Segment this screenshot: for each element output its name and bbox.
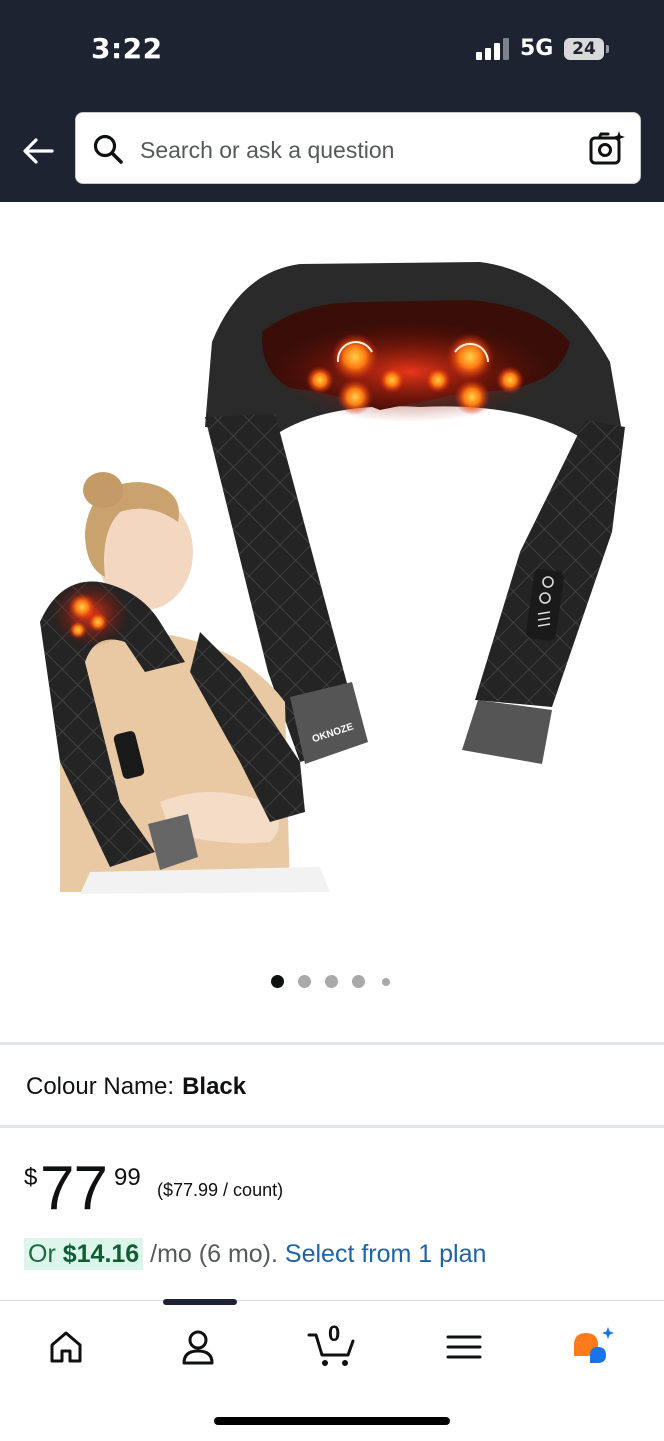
menu-icon bbox=[446, 1335, 482, 1359]
cart-count-badge: 0 bbox=[328, 1321, 341, 1346]
product-photo: OKNOZE bbox=[40, 262, 625, 894]
payment-plan: Or $14.16 /mo (6 mo). Select from 1 plan bbox=[24, 1238, 487, 1270]
colour-selector[interactable]: Colour Name: Black bbox=[26, 1073, 246, 1101]
active-tab-indicator bbox=[163, 1299, 237, 1305]
plan-prefix: Or bbox=[28, 1240, 56, 1268]
camera-sparkle-icon[interactable] bbox=[588, 129, 626, 167]
search-icon bbox=[93, 134, 123, 164]
colour-label: Colour Name: bbox=[26, 1073, 175, 1100]
rufus-assistant-icon bbox=[574, 1327, 614, 1363]
home-icon bbox=[50, 1331, 82, 1363]
carousel-dot[interactable] bbox=[298, 975, 311, 988]
battery-icon: 24 bbox=[564, 38, 604, 60]
battery-tip bbox=[606, 45, 609, 53]
plan-period: /mo (6 mo). bbox=[150, 1240, 278, 1268]
nav-cart[interactable]: 0 bbox=[306, 1321, 360, 1371]
carousel-dot[interactable] bbox=[382, 978, 390, 986]
search-input[interactable] bbox=[138, 127, 562, 173]
home-indicator bbox=[214, 1417, 450, 1425]
search-bar[interactable] bbox=[75, 112, 641, 184]
app-header: 3:22 5G 24 bbox=[0, 0, 664, 202]
select-plan-link[interactable]: Select from 1 plan bbox=[285, 1240, 487, 1268]
carousel-dot[interactable] bbox=[325, 975, 338, 988]
nav-home[interactable] bbox=[42, 1323, 90, 1371]
colour-value: Black bbox=[182, 1073, 247, 1100]
price-currency: $ bbox=[24, 1164, 38, 1191]
nav-assistant[interactable] bbox=[570, 1323, 618, 1371]
nav-account[interactable] bbox=[174, 1323, 222, 1371]
price-whole: 77 bbox=[40, 1154, 108, 1223]
carousel-dot[interactable] bbox=[352, 975, 365, 988]
divider bbox=[0, 1042, 664, 1045]
account-icon bbox=[182, 1330, 214, 1365]
network-label: 5G bbox=[520, 36, 554, 61]
plan-amount-badge: Or $14.16 bbox=[24, 1238, 144, 1270]
unit-price: ($77.99 / count) bbox=[157, 1180, 284, 1200]
arrow-left-icon bbox=[23, 138, 54, 164]
plan-amount: $14.16 bbox=[62, 1240, 140, 1268]
divider bbox=[0, 1125, 664, 1128]
status-time: 3:22 bbox=[91, 32, 163, 65]
nav-menu[interactable] bbox=[440, 1323, 488, 1371]
back-button[interactable] bbox=[18, 132, 58, 172]
carousel-dot[interactable] bbox=[271, 975, 284, 988]
carousel-indicator[interactable] bbox=[0, 975, 664, 991]
price-fraction: 99 bbox=[114, 1164, 141, 1191]
signal-icon bbox=[476, 38, 510, 60]
product-image[interactable]: OKNOZE bbox=[0, 202, 664, 942]
